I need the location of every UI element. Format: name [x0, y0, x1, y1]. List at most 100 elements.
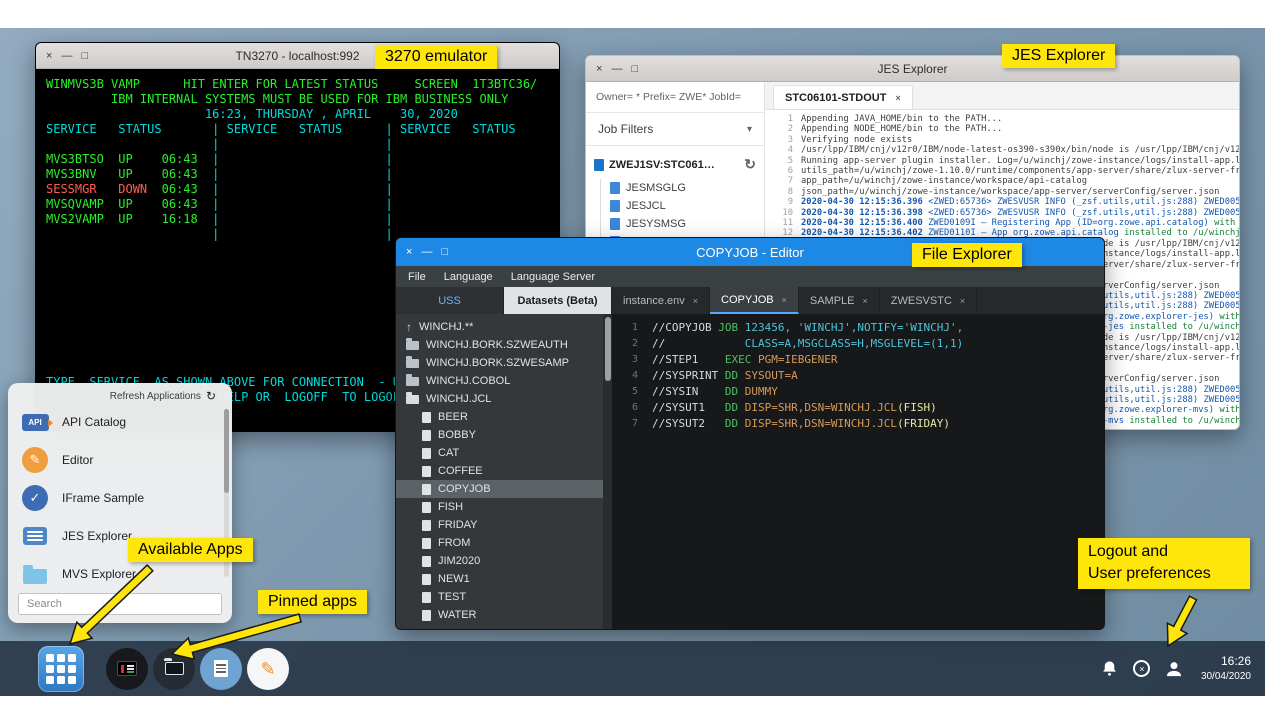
- folder-icon: [406, 377, 419, 386]
- tab-sample[interactable]: SAMPLE×: [799, 287, 880, 314]
- close-icon[interactable]: ×: [596, 63, 602, 75]
- log-line: 112020-04-30 12:15:36.400 ZWED0109I – Re…: [771, 218, 1233, 228]
- tree-item-winchj-bork-szweauth[interactable]: WINCHJ.BORK.SZWEAUTH: [396, 336, 603, 354]
- settings-icon[interactable]: ×: [1131, 658, 1153, 680]
- notifications-icon[interactable]: [1099, 658, 1121, 680]
- tree-item-friday[interactable]: FRIDAY: [396, 516, 603, 534]
- folder-open-icon: [406, 395, 419, 404]
- window-title: JES Explorer: [586, 62, 1239, 76]
- dataset-qualifier[interactable]: ↑ WINCHJ.**: [396, 318, 603, 336]
- editor-window: × — □ COPYJOB - Editor FileLanguageLangu…: [395, 237, 1105, 630]
- close-icon[interactable]: ×: [46, 50, 52, 62]
- job-filters-dropdown[interactable]: Job Filters ▾: [586, 112, 764, 146]
- job-node[interactable]: ZWEJ1SV:STC06101 ↻: [594, 156, 756, 173]
- minimize-icon[interactable]: —: [611, 63, 622, 75]
- terminal-line: WINMVS3B VAMP HIT ENTER FOR LATEST STATU…: [46, 77, 549, 92]
- close-icon[interactable]: ×: [406, 246, 412, 258]
- pinned-app-tn3270[interactable]: [106, 648, 148, 690]
- app-launcher-button[interactable]: [38, 646, 84, 692]
- tab-uss[interactable]: USS: [396, 287, 504, 314]
- tree-item-new1[interactable]: NEW1: [396, 570, 603, 588]
- pinned-app-jes-explorer[interactable]: [200, 648, 242, 690]
- maximize-icon[interactable]: □: [441, 246, 448, 258]
- menu-file[interactable]: File: [408, 271, 426, 283]
- pinned-app-file-explorer[interactable]: [153, 648, 195, 690]
- refresh-icon[interactable]: ↻: [206, 389, 216, 403]
- line-number: 6: [771, 166, 793, 176]
- file-icon: [422, 484, 431, 495]
- tree-item-beer[interactable]: BEER: [396, 408, 603, 426]
- annotation-logout: Logout and User preferences: [1078, 538, 1250, 589]
- maximize-icon[interactable]: □: [81, 50, 88, 62]
- tree-item-cat[interactable]: CAT: [396, 444, 603, 462]
- app-launcher-panel: Refresh Applications ↻ APIAPI Catalog✎Ed…: [8, 383, 232, 623]
- code-line: 2// CLASS=A,MSGCLASS=H,MSGLEVEL=(1,1): [612, 336, 1104, 352]
- line-number: 1: [771, 114, 793, 124]
- spool-file-icon: [610, 218, 620, 230]
- tree-item-winchj-cobol[interactable]: WINCHJ.COBOL: [396, 372, 603, 390]
- tree-item-from[interactable]: FROM: [396, 534, 603, 552]
- line-number: 9: [771, 197, 793, 207]
- tree-item-bobby[interactable]: BOBBY: [396, 426, 603, 444]
- refresh-icon[interactable]: ↻: [744, 156, 756, 173]
- tree-item-fish[interactable]: FISH: [396, 498, 603, 516]
- line-number: 5: [612, 384, 638, 400]
- document-icon: [214, 660, 228, 677]
- tab-copyjob[interactable]: COPYJOB×: [710, 287, 799, 314]
- tree-item-winchj-jcl[interactable]: WINCHJ.JCL: [396, 390, 603, 408]
- tree-item-water[interactable]: WATER: [396, 606, 603, 624]
- maximize-icon[interactable]: □: [631, 63, 638, 75]
- spool-file-icon: [610, 200, 620, 212]
- tab-instance-env[interactable]: instance.env×: [612, 287, 710, 314]
- close-icon[interactable]: ×: [693, 296, 698, 306]
- spool-file-jesysmsg[interactable]: JESYSMSG: [610, 215, 756, 233]
- app-item-iframe-sample[interactable]: ✓IFrame Sample: [18, 479, 220, 517]
- editor-menubar: File Language Language Server: [396, 266, 1104, 287]
- search-input[interactable]: [18, 593, 222, 615]
- minimize-icon[interactable]: —: [421, 246, 432, 258]
- jes-titlebar[interactable]: × — □ JES Explorer: [586, 56, 1239, 82]
- scrollbar-thumb[interactable]: [224, 409, 229, 493]
- scrollbar[interactable]: [603, 314, 612, 630]
- file-icon: [422, 592, 431, 603]
- line-number: 11: [771, 218, 793, 228]
- file-icon: [422, 466, 431, 477]
- tab-stc06101-stdout[interactable]: STC06101-STDOUT ×: [773, 85, 913, 109]
- close-icon[interactable]: ×: [895, 93, 900, 103]
- tree-item-jim2020[interactable]: JIM2020: [396, 552, 603, 570]
- tree-item-winchj-bork-szwesamp[interactable]: WINCHJ.BORK.SZWESAMP: [396, 354, 603, 372]
- tree-item-coffee[interactable]: COFFEE: [396, 462, 603, 480]
- app-item-editor[interactable]: ✎Editor: [18, 441, 220, 479]
- api-catalog-icon: API: [20, 414, 50, 431]
- line-number: 7: [771, 176, 793, 186]
- terminal-line: MVS3BNV UP 06:43 | |: [46, 167, 549, 182]
- menu-language[interactable]: Language: [444, 271, 493, 283]
- scrollbar-thumb[interactable]: [605, 317, 611, 381]
- log-line: 102020-04-30 12:15:36.398 <ZWED:65736> Z…: [771, 208, 1233, 218]
- pinned-apps: ✎: [106, 648, 289, 690]
- app-item-api-catalog[interactable]: APIAPI Catalog: [18, 403, 220, 441]
- spool-file-jesmsglg[interactable]: JESMSGLG: [610, 179, 756, 197]
- tab-datasets-beta[interactable]: Datasets (Beta): [504, 287, 612, 314]
- tree-item-copyjob[interactable]: COPYJOB: [396, 480, 603, 498]
- minimize-icon[interactable]: —: [61, 50, 72, 62]
- line-number: 2: [771, 124, 793, 134]
- close-icon[interactable]: ×: [863, 296, 868, 306]
- close-icon[interactable]: ×: [960, 296, 965, 306]
- up-arrow-icon[interactable]: ↑: [406, 320, 412, 334]
- spool-file-jesjcl[interactable]: JESJCL: [610, 197, 756, 215]
- pinned-app-editor[interactable]: ✎: [247, 648, 289, 690]
- clock: 16:26 30/04/2020: [1201, 654, 1251, 683]
- annotation-3270-emulator: 3270 emulator: [375, 45, 497, 69]
- tab-zwesvstc[interactable]: ZWESVSTC×: [880, 287, 977, 314]
- menu-language-server[interactable]: Language Server: [511, 271, 595, 283]
- log-line: 92020-04-30 12:15:36.396 <ZWED:65736> ZW…: [771, 197, 1233, 207]
- user-icon[interactable]: [1163, 658, 1185, 680]
- log-line: 3Verifying node exists: [771, 135, 1233, 145]
- close-icon[interactable]: ×: [782, 295, 787, 305]
- terminal-line: MVSQVAMP UP 06:43 | |: [46, 197, 549, 212]
- refresh-applications-button[interactable]: Refresh Applications: [110, 391, 201, 402]
- editor-icon: ✎: [20, 447, 50, 473]
- code-editor[interactable]: 1//COPYJOB JOB 123456, 'WINCHJ',NOTIFY='…: [612, 314, 1104, 630]
- tree-item-test[interactable]: TEST: [396, 588, 603, 606]
